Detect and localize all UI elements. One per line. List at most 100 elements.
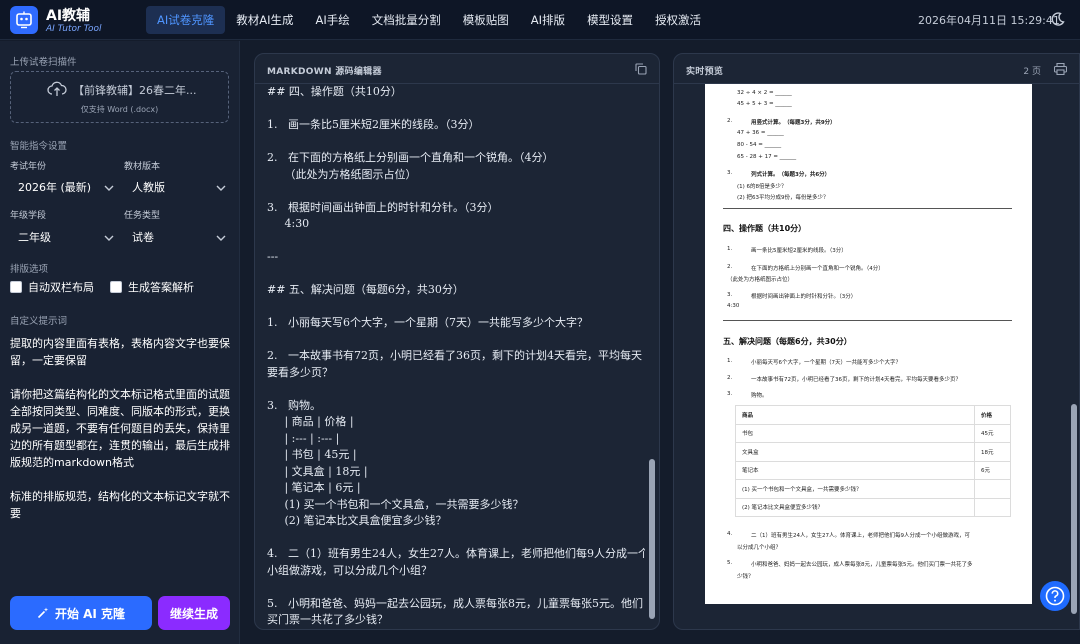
moon-icon[interactable]: [1050, 11, 1066, 30]
q-number: 2.: [727, 375, 733, 381]
print-icon[interactable]: [1053, 62, 1068, 78]
brand-title: AI教辅: [46, 8, 91, 24]
q2-title: 用竖式计算。（每题3分，共9分）: [751, 120, 836, 126]
editor-scrollbar[interactable]: [648, 84, 656, 629]
edition-select-value: 人教版: [132, 181, 165, 194]
cloud-upload-icon: [47, 81, 67, 100]
q-number: 3.: [727, 292, 733, 298]
edition-label: 教材版本: [124, 162, 161, 172]
nav-textbook-ai[interactable]: 教材AI生成: [225, 6, 304, 34]
preview-scrollbar[interactable]: [1070, 84, 1078, 629]
table-cell: 45元: [974, 423, 1011, 443]
nav-license[interactable]: 授权激活: [644, 6, 712, 34]
nav-doc-split[interactable]: 文档批量分割: [361, 6, 452, 34]
robot-icon: [16, 11, 32, 29]
task-select[interactable]: 试卷: [124, 225, 230, 247]
markdown-source-textarea[interactable]: ## 四、操作题（共10分） 1. 画一条比5厘米短2厘米的线段。（3分） 2. 在…: [267, 84, 645, 629]
copy-icon[interactable]: [635, 63, 647, 78]
calc-line: 80 - 54 = ______: [737, 142, 782, 148]
edition-select[interactable]: 人教版: [124, 175, 230, 197]
upload-dropzone[interactable]: 【前锋教辅】26春二年... 仅支持 Word (.docx): [10, 71, 229, 123]
year-select[interactable]: 2026年 (最新): [10, 175, 118, 197]
grade-select-value: 二年级: [18, 231, 51, 244]
editor-line: ## 四、操作题（共10分）: [267, 85, 402, 98]
custom-prompt-textarea[interactable]: 提取的内容里面有表格，表格内容文字也要保留，一定要保留 请你把这篇结构化的文本标…: [10, 335, 230, 539]
table-cell: 6元: [974, 460, 1011, 480]
nav-ai-layout[interactable]: AI排版: [520, 6, 576, 34]
chevron-down-icon: [216, 232, 226, 245]
text-line: 购物。: [751, 393, 768, 399]
answer-analysis-checkbox[interactable]: [110, 281, 122, 293]
help-button[interactable]: [1040, 581, 1070, 611]
prompt-paragraph: 请你把这篇结构化的文本标记格式里面的试题全部按同类型、同难度、同版本的形式，更换…: [10, 388, 230, 469]
editor-line: ---: [267, 250, 279, 263]
nav-model-settings[interactable]: 模型设置: [576, 6, 644, 34]
prompt-paragraph: 提取的内容里面有表格，表格内容文字也要保留，一定要保留: [10, 337, 230, 367]
main-nav: AI试卷克隆 教材AI生成 AI手绘 文档批量分割 模板贴图 AI排版 模型设置…: [146, 6, 712, 34]
nav-template-sticker[interactable]: 模板贴图: [452, 6, 520, 34]
editor-line: （此处为方格纸图示占位）: [267, 167, 417, 181]
start-button-label: 开始 AI 克隆: [54, 606, 126, 621]
table-cell: 书包: [735, 423, 975, 443]
task-label: 任务类型: [124, 211, 161, 221]
divider: [723, 208, 1012, 209]
start-ai-clone-button[interactable]: 开始 AI 克隆: [10, 596, 152, 630]
editor-line: 买门票一共花了多少钱？: [267, 613, 388, 626]
year-select-value: 2026年 (最新): [18, 181, 92, 194]
top-bar: AI教辅 AI Tutor Tool AI试卷克隆 教材AI生成 AI手绘 文档…: [0, 0, 1080, 40]
double-column-option[interactable]: 自动双栏布局: [10, 279, 94, 295]
editor-scrollbar-thumb[interactable]: [649, 459, 655, 619]
calc-line: 32 ÷ 4 × 2 = ______: [737, 90, 792, 96]
text-line: 二（1）班有男生24人，女生27人。体育课上，老师把他们每9人分成一个小组做游戏…: [751, 533, 970, 539]
editor-line: 5. 小明和爸爸、妈妈一起去公园玩，成人票每张8元，儿童票每张5元。他们: [267, 596, 643, 610]
q-number: 2.: [727, 118, 733, 124]
text-line: (2) 把63平均分成9份，每份是多少？: [737, 195, 829, 201]
text-line: 根据时间画出钟面上的时针和分针。（3分）: [751, 294, 857, 300]
magic-wand-icon: [37, 607, 49, 619]
preview-scrollbar-thumb[interactable]: [1071, 404, 1077, 614]
text-line: 以分成几个小组？: [737, 545, 782, 551]
editor-line: 1. 小丽每天写6个大字，一个星期（7天）一共能写多少个大字？: [267, 316, 588, 329]
chevron-down-icon: [104, 232, 114, 245]
grade-select[interactable]: 二年级: [10, 225, 118, 247]
table-row: (2) 笔记本比文具盒便宜多少钱？: [735, 497, 1011, 517]
sidebar: 上传试卷扫描件 【前锋教辅】26春二年... 仅支持 Word (.docx) …: [0, 41, 240, 644]
table-row: 笔记本 6元: [735, 460, 1011, 480]
uploaded-file-name: 【前锋教辅】26春二年...: [73, 84, 197, 97]
table-cell: 笔记本: [735, 460, 975, 480]
datetime-display: 2026年04月11日 15:29:41: [918, 14, 1060, 27]
editor-line: 1. 画一条比5厘米短2厘米的线段。（3分）: [267, 118, 480, 131]
editor-line: 3. 根据时间画出钟面上的时针和分针。（3分）: [267, 200, 499, 214]
answer-analysis-option[interactable]: 生成答案解析: [110, 279, 194, 295]
editor-line: | 文具盒 | 18元 |: [267, 464, 368, 478]
nav-ai-drawing[interactable]: AI手绘: [305, 6, 361, 34]
prompt-paragraph: 标准的排版规范，结构化的文本标记文字就不要: [10, 490, 230, 520]
table-cell: [974, 497, 1011, 517]
editor-line: | 商品 | 价格 |: [267, 415, 354, 428]
q3-title: 列式计算。（每题3分，共6分）: [751, 172, 831, 178]
answer-analysis-label: 生成答案解析: [128, 281, 194, 294]
text-line: 4:30: [727, 303, 740, 309]
q-number: 1.: [727, 358, 733, 364]
editor-line: 2. 在下面的方格纸上分别画一个直角和一个锐角。（4分）: [267, 151, 554, 164]
upload-section-label: 上传试卷扫描件: [10, 57, 77, 68]
continue-generate-button[interactable]: 继续生成: [158, 596, 230, 630]
preview-header: 实时预览 2 页: [674, 54, 1079, 84]
table-cell: (2) 笔记本比文具盒便宜多少钱？: [735, 497, 975, 517]
editor-line: 要看多少页？: [267, 365, 333, 379]
editor-line: | 书包 | 45元 |: [267, 448, 357, 461]
calc-line: 47 + 36 = ______: [737, 130, 784, 136]
nav-ai-exam-clone[interactable]: AI试卷克隆: [146, 6, 226, 34]
preview-title: 实时预览: [686, 67, 724, 77]
q-number: 5.: [727, 560, 733, 566]
editor-line: 4. 二（1）班有男生24人，女生27人。体育课上，老师把他们每9人分成一个: [267, 547, 645, 560]
instruction-section-label: 智能指令设置: [10, 141, 68, 152]
table-row: 书包 45元: [735, 423, 1011, 443]
double-column-checkbox[interactable]: [10, 281, 22, 293]
